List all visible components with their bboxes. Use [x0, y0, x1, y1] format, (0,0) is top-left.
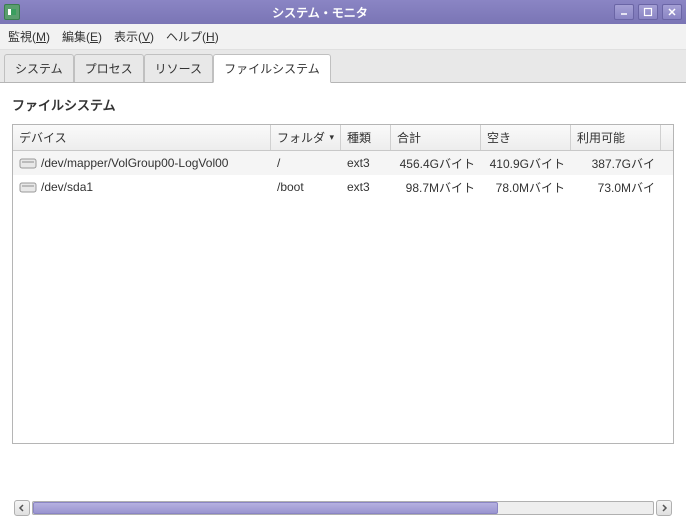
- cell-folder: /boot: [271, 177, 341, 197]
- col-header-device[interactable]: デバイス: [13, 125, 271, 150]
- tab-filesystems[interactable]: ファイルシステム: [213, 54, 331, 83]
- disk-icon: [19, 180, 37, 194]
- cell-device: /dev/mapper/VolGroup00-LogVol00: [13, 153, 271, 173]
- cell-folder: /: [271, 153, 341, 173]
- table-header: デバイス フォルダ▾ 種類 合計 空き 利用可能: [13, 125, 673, 151]
- cell-type: ext3: [341, 177, 391, 197]
- menu-view[interactable]: 表示(V): [114, 28, 154, 45]
- cell-available: 387.7Gバイ: [571, 152, 661, 175]
- menubar: 監視(M) 編集(E) 表示(V) ヘルプ(H): [0, 24, 686, 50]
- menu-help[interactable]: ヘルプ(H): [166, 28, 219, 45]
- menu-monitor[interactable]: 監視(M): [8, 28, 50, 45]
- close-icon: [667, 7, 677, 17]
- content-area: ファイルシステム デバイス フォルダ▾ 種類 合計 空き 利用可能 /dev/m…: [0, 83, 686, 456]
- cell-type: ext3: [341, 153, 391, 173]
- col-header-free[interactable]: 空き: [481, 125, 571, 150]
- disk-icon: [19, 156, 37, 170]
- horizontal-scrollbar[interactable]: [14, 500, 672, 516]
- chevron-left-icon: [18, 504, 26, 512]
- cell-free: 78.0Mバイト: [481, 176, 571, 199]
- col-header-type[interactable]: 種類: [341, 125, 391, 150]
- app-icon: [4, 4, 20, 20]
- cell-free: 410.9Gバイト: [481, 152, 571, 175]
- close-button[interactable]: [662, 4, 682, 20]
- scroll-left-button[interactable]: [14, 500, 30, 516]
- window-title: システム・モニタ: [26, 4, 614, 21]
- minimize-icon: [619, 7, 629, 17]
- tab-processes[interactable]: プロセス: [74, 54, 144, 82]
- cell-total: 456.4Gバイト: [391, 152, 481, 175]
- table-row[interactable]: /dev/sda1 /boot ext3 98.7Mバイト 78.0Mバイト 7…: [13, 175, 673, 199]
- table-row[interactable]: /dev/mapper/VolGroup00-LogVol00 / ext3 4…: [13, 151, 673, 175]
- section-title: ファイルシステム: [12, 95, 674, 114]
- cell-total: 98.7Mバイト: [391, 176, 481, 199]
- window-titlebar: システム・モニタ: [0, 0, 686, 24]
- window-controls: [614, 4, 682, 20]
- col-header-available[interactable]: 利用可能: [571, 125, 661, 150]
- cell-device: /dev/sda1: [13, 177, 271, 197]
- sort-indicator-icon: ▾: [329, 132, 334, 143]
- tab-resources[interactable]: リソース: [144, 54, 213, 82]
- maximize-button[interactable]: [638, 4, 658, 20]
- scroll-thumb[interactable]: [33, 502, 498, 514]
- col-header-folder[interactable]: フォルダ▾: [271, 125, 341, 150]
- menu-edit[interactable]: 編集(E): [62, 28, 102, 45]
- cell-available: 73.0Mバイ: [571, 176, 661, 199]
- minimize-button[interactable]: [614, 4, 634, 20]
- col-header-total[interactable]: 合計: [391, 125, 481, 150]
- table-body: /dev/mapper/VolGroup00-LogVol00 / ext3 4…: [13, 151, 673, 199]
- chevron-right-icon: [660, 504, 668, 512]
- tab-system[interactable]: システム: [4, 54, 74, 82]
- tab-bar: システム プロセス リソース ファイルシステム: [0, 50, 686, 83]
- scroll-right-button[interactable]: [656, 500, 672, 516]
- scroll-track[interactable]: [32, 501, 654, 515]
- filesystem-table: デバイス フォルダ▾ 種類 合計 空き 利用可能 /dev/mapper/Vol…: [12, 124, 674, 444]
- maximize-icon: [643, 7, 653, 17]
